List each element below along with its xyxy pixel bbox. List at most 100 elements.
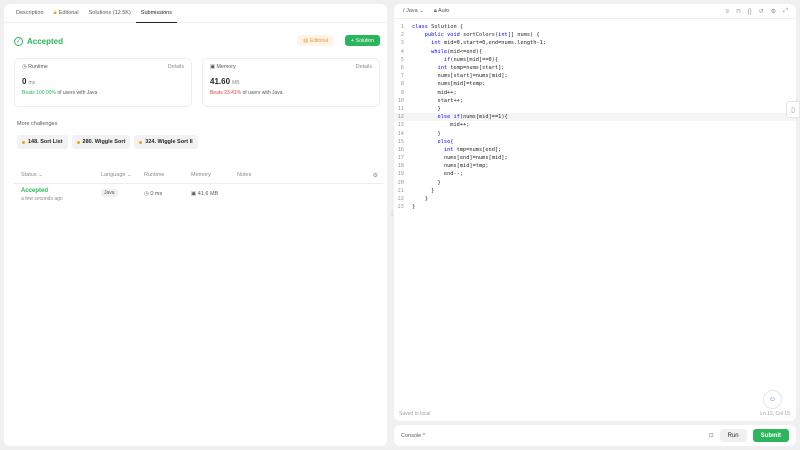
tab-solutions-label: Solutions (12.5K) bbox=[88, 10, 131, 16]
line-number: 5 bbox=[400, 56, 404, 63]
submit-button[interactable]: Submit bbox=[752, 429, 789, 442]
status-column-header[interactable]: Status ⌄ bbox=[21, 172, 43, 178]
code-line[interactable]: 23} bbox=[394, 203, 796, 211]
chevron-down-icon: ⌄ bbox=[38, 172, 43, 178]
code-line[interactable]: 5 if(nums[mid]==0){ bbox=[394, 56, 796, 64]
code-text: int temp=nums[start]; bbox=[437, 65, 505, 72]
reset-icon[interactable]: ↺ bbox=[759, 8, 764, 15]
run-button[interactable]: Run bbox=[719, 429, 747, 442]
more-challenges-label: More challenges bbox=[17, 121, 58, 127]
panel-splitter-handle[interactable]: ⋮ bbox=[389, 210, 395, 222]
editor-toolbar: / Java ⌄ 🔒︎ Auto ≡ ⊓ {} ↺ ⚙ ⤢ bbox=[394, 4, 796, 19]
code-line[interactable]: 12 else if(nums[mid]==1){ bbox=[394, 113, 796, 122]
code-line[interactable]: 14 } bbox=[394, 129, 796, 137]
code-text: nums[mid]=tmp; bbox=[412, 163, 489, 170]
code-text: else{ bbox=[437, 138, 454, 145]
code-line[interactable]: 22 } bbox=[394, 195, 796, 203]
expand-icon[interactable]: ⤢ bbox=[783, 8, 788, 15]
code-line[interactable]: 21 } bbox=[394, 187, 796, 195]
code-line[interactable]: 20 } bbox=[394, 179, 796, 187]
challenge-chip[interactable]: 324. Wiggle Sort II bbox=[134, 135, 198, 149]
line-number: 15 bbox=[397, 138, 404, 145]
chevron-down-icon: ⌄ bbox=[127, 172, 132, 178]
solution-button[interactable]: + Solution bbox=[345, 35, 380, 46]
tab-submissions[interactable]: Submissions bbox=[135, 4, 177, 23]
code-area[interactable]: 1 class Solution {2 public void sortColor… bbox=[394, 23, 796, 211]
notes-column-header: Notes bbox=[237, 172, 252, 178]
chevron-up-icon: ^ bbox=[422, 432, 426, 439]
code-line[interactable]: 7 nums[start]=nums[mid]; bbox=[394, 72, 796, 80]
runtime-label: Runtime bbox=[28, 64, 48, 70]
code-line[interactable]: 16 int tmp=nums[end]; bbox=[394, 146, 796, 154]
console-actions: ⊡ Run Submit bbox=[709, 429, 789, 442]
code-text: mid++; bbox=[412, 89, 457, 96]
code-line[interactable]: 6 int temp=nums[start]; bbox=[394, 64, 796, 72]
code-text: else if(nums[mid]==1){ bbox=[437, 114, 508, 121]
tab-description[interactable]: Description bbox=[11, 4, 49, 23]
challenge-chip[interactable]: 280. Wiggle Sort bbox=[71, 135, 131, 149]
code-line[interactable]: 2 public void sortColors(int[] nums) { bbox=[394, 31, 796, 39]
code-line[interactable]: 18 nums[mid]=tmp; bbox=[394, 162, 796, 170]
code-line[interactable]: 3 int mid=0,start=0,end=nums.length-1; bbox=[394, 39, 796, 47]
row-status-text: Accepted bbox=[21, 188, 49, 194]
braces-icon[interactable]: {} bbox=[748, 9, 752, 15]
memory-value: 41.60 bbox=[210, 77, 231, 86]
tab-editorial[interactable]: 🔒︎ Editorial bbox=[49, 4, 84, 23]
code-line[interactable]: 17 nums[end]=nums[mid]; bbox=[394, 154, 796, 162]
difficulty-dot bbox=[22, 140, 25, 144]
memory-details-link[interactable]: Details bbox=[356, 64, 372, 70]
code-line[interactable]: 8 nums[mid]=temp; bbox=[394, 80, 796, 88]
chip-icon: ▣ bbox=[191, 191, 197, 197]
tab-solutions[interactable]: Solutions (12.5K) bbox=[84, 4, 136, 23]
editorial-button-label: Editorial bbox=[309, 37, 328, 44]
mode-selector-label: Auto bbox=[438, 7, 450, 14]
code-line[interactable]: 4 while(mid<=end){ bbox=[394, 48, 796, 56]
row-runtime: ◷ 0 ms bbox=[144, 191, 162, 197]
more-challenges-list: 148. Sort List 280. Wiggle Sort 324. Wig… bbox=[17, 135, 198, 149]
row-language: Java bbox=[101, 189, 118, 197]
line-number: 23 bbox=[397, 204, 404, 211]
line-number: 11 bbox=[397, 105, 404, 112]
code-line[interactable]: 10 start++; bbox=[394, 97, 796, 105]
challenge-chip[interactable]: 148. Sort List bbox=[17, 135, 68, 149]
code-line[interactable]: 15 else{ bbox=[394, 138, 796, 146]
code-line[interactable]: 9 mid++; bbox=[394, 89, 796, 97]
bookmark-icon[interactable]: ⊓ bbox=[736, 8, 741, 15]
console-toggle[interactable]: Console ^ bbox=[401, 433, 425, 439]
code-line[interactable]: 1 class Solution { bbox=[394, 23, 796, 31]
code-text: } bbox=[412, 196, 428, 203]
language-column-header[interactable]: Language ⌄ bbox=[101, 172, 132, 178]
solution-button-label: Solution bbox=[355, 37, 374, 44]
settings-icon[interactable]: ⚙ bbox=[771, 8, 776, 15]
upload-icon[interactable]: ⊡ bbox=[709, 432, 714, 439]
notes-icon[interactable]: ▯ bbox=[786, 101, 800, 118]
line-number: 16 bbox=[397, 146, 404, 153]
row-status: Accepted a few seconds ago bbox=[21, 188, 63, 202]
runtime-details-link[interactable]: Details bbox=[168, 64, 184, 70]
gear-icon[interactable]: ⚙ bbox=[373, 172, 378, 179]
runtime-beats-rest: of users with Java bbox=[57, 90, 98, 96]
chip-icon: ▣ bbox=[210, 64, 216, 70]
code-editor-panel: / Java ⌄ 🔒︎ Auto ≡ ⊓ {} ↺ ⚙ ⤢ 1 class Sol… bbox=[394, 4, 796, 421]
feedback-icon[interactable]: ☺ bbox=[763, 390, 782, 409]
runtime-value: 0 bbox=[22, 77, 27, 86]
memory-label: Memory bbox=[216, 64, 236, 70]
code-text: } bbox=[412, 179, 441, 186]
code-line[interactable]: 19 end--; bbox=[394, 170, 796, 178]
line-number: 20 bbox=[397, 179, 404, 186]
line-number: 2 bbox=[400, 32, 404, 39]
line-number: 12 bbox=[397, 114, 404, 121]
difficulty-dot bbox=[76, 140, 80, 144]
mode-selector[interactable]: 🔒︎ Auto bbox=[434, 8, 450, 15]
code-text: nums[start]=nums[mid]; bbox=[412, 73, 508, 80]
runtime-column-header: Runtime bbox=[144, 172, 165, 178]
table-row[interactable]: Accepted a few seconds ago Java ◷ 0 ms ▣… bbox=[14, 186, 384, 208]
code-line[interactable]: 11 } bbox=[394, 105, 796, 113]
row-memory-value: 41.6 MB bbox=[197, 191, 219, 197]
language-selector-label: Java bbox=[406, 8, 418, 14]
code-line[interactable]: 13 mid++; bbox=[394, 121, 796, 129]
format-icon[interactable]: ≡ bbox=[726, 9, 730, 15]
language-selector[interactable]: / Java ⌄ bbox=[403, 8, 424, 14]
editorial-button[interactable]: ▤ Editorial bbox=[297, 35, 334, 46]
code-text: nums[mid]=temp; bbox=[412, 81, 486, 88]
